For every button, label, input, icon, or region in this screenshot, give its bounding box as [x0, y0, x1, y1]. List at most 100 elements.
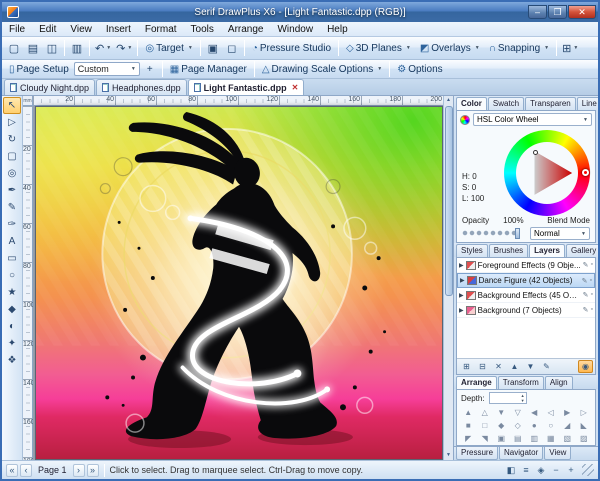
menu-edit[interactable]: Edit [32, 22, 63, 37]
layer-row[interactable]: ▶Foreground Effects (9 Obje...✎▫ [457, 258, 595, 273]
lock-layer-icon[interactable]: ▫ [590, 277, 592, 285]
color-marker[interactable] [533, 150, 538, 155]
tab-styles[interactable]: Styles [456, 244, 488, 257]
layer-row[interactable]: ▶Background (7 Objects)✎▫ [457, 303, 595, 318]
expand-icon[interactable]: ▶ [459, 262, 464, 269]
tab-gallery[interactable]: Gallery [566, 244, 598, 257]
rotate-tool[interactable]: ↻ [3, 131, 21, 148]
expand-icon[interactable]: ▶ [459, 292, 464, 299]
scroll-down-icon[interactable]: ▼ [446, 451, 451, 460]
arrange-action-icon[interactable]: ▷ [576, 406, 593, 419]
tab-swatch[interactable]: Swatch [488, 97, 524, 110]
blend-tool[interactable]: ❖ [3, 352, 21, 369]
quickshape-tool[interactable]: ★ [3, 284, 21, 301]
edit-layer-icon[interactable]: ✎ [582, 277, 588, 285]
drawing-page[interactable] [35, 106, 443, 460]
move-layer-down-button[interactable]: ▼ [523, 360, 538, 373]
menu-view[interactable]: View [63, 22, 99, 37]
edit-layer-icon[interactable]: ✎ [583, 261, 589, 269]
arrange-action-icon[interactable]: ◤ [460, 432, 477, 445]
pressure-studio-button[interactable]: ◔ Pressure Studio [248, 39, 335, 57]
zoom-out-icon[interactable]: − [549, 464, 563, 477]
arrange-action-icon[interactable]: ◥ [477, 432, 494, 445]
pen-tool[interactable]: ✒ [3, 182, 21, 199]
planes-dropdown[interactable]: ◇ 3D Planes▼ [342, 39, 415, 57]
opacity-slider-thumb[interactable] [515, 228, 520, 239]
restore-button[interactable]: ❐ [548, 5, 567, 19]
pointer-tool[interactable]: ↖ [3, 97, 21, 114]
save-icon[interactable]: ◫ [43, 39, 61, 57]
arrange-action-icon[interactable]: ▣ [493, 432, 510, 445]
arrange-action-icon[interactable]: ● [526, 419, 543, 432]
arrange-action-icon[interactable]: △ [477, 406, 494, 419]
hue-marker[interactable] [582, 169, 589, 176]
new-document-icon[interactable]: ▢ [5, 39, 23, 57]
tab-layers[interactable]: Layers [529, 244, 565, 257]
tab-color[interactable]: Color [456, 97, 487, 110]
layer-row[interactable]: ▶Background Effects (45 Obj...✎▫ [457, 288, 595, 303]
previous-page-button[interactable]: ‹ [20, 464, 32, 477]
arrange-action-icon[interactable]: ◁ [543, 406, 560, 419]
tab-pressure[interactable]: Pressure [456, 447, 498, 460]
arrange-action-icon[interactable]: ▨ [576, 432, 593, 445]
tab-view[interactable]: View [544, 447, 571, 460]
arrange-action-icon[interactable]: ◀ [526, 406, 543, 419]
target-dropdown[interactable]: ◎ Target▼ [141, 39, 196, 57]
undo-icon[interactable]: ↶▼ [93, 39, 113, 57]
crop-tool[interactable]: ▢ [3, 148, 21, 165]
add-layer-button[interactable]: ⊞ [459, 360, 474, 373]
saturation-triangle[interactable] [516, 142, 578, 204]
arrange-action-icon[interactable]: ◢ [559, 419, 576, 432]
tab-arrange[interactable]: Arrange [456, 376, 497, 389]
vertical-scrollbar[interactable]: ▲ ▼ [443, 96, 453, 460]
menu-tools[interactable]: Tools [184, 22, 221, 37]
text-tool[interactable]: A [3, 233, 21, 250]
tab-navigator[interactable]: Navigator [499, 447, 543, 460]
zoom-tool[interactable]: ◎ [3, 165, 21, 182]
menu-arrange[interactable]: Arrange [221, 22, 271, 37]
close-tab-icon[interactable]: ✕ [292, 83, 299, 92]
delete-layer-button[interactable]: ✕ [491, 360, 506, 373]
opacity-slider[interactable] [462, 229, 520, 238]
arrange-action-icon[interactable]: ◆ [493, 419, 510, 432]
arrange-action-icon[interactable]: ▥ [526, 432, 543, 445]
arrange-action-icon[interactable]: ▼ [493, 406, 510, 419]
page-preset-select[interactable]: Custom▼ [74, 62, 140, 76]
fill-tool[interactable]: ◆ [3, 301, 21, 318]
grid-icon[interactable]: ⊞▼ [560, 39, 580, 57]
arrange-action-icon[interactable]: ▲ [460, 406, 477, 419]
lock-layer-icon[interactable]: ▫ [591, 306, 593, 314]
arrange-action-icon[interactable]: ◣ [576, 419, 593, 432]
document-tab[interactable]: Light Fantastic.dpp✕ [188, 79, 305, 95]
arrange-action-icon[interactable]: ▦ [543, 432, 560, 445]
insert-frame-icon[interactable]: ◻ [223, 39, 241, 57]
paintbrush-tool[interactable]: ✑ [3, 216, 21, 233]
menu-help[interactable]: Help [320, 22, 355, 37]
line-width-icon[interactable]: ≡ [519, 464, 533, 477]
document-tab[interactable]: Headphones.dpp [96, 79, 187, 95]
first-page-button[interactable]: « [6, 464, 18, 477]
scroll-up-icon[interactable]: ▲ [446, 96, 451, 105]
zoom-in-icon[interactable]: + [564, 464, 578, 477]
lock-layer-icon[interactable]: ▫ [591, 291, 593, 299]
edit-layer-icon[interactable]: ✎ [583, 291, 589, 299]
lock-layer-icon[interactable]: ▫ [591, 261, 593, 269]
page-manager-button[interactable]: ▦ Page Manager [166, 62, 251, 77]
tab-brushes[interactable]: Brushes [489, 244, 528, 257]
edit-all-layers-button[interactable]: ◉ [578, 360, 593, 373]
layer-row[interactable]: ▶Dance Figure (42 Objects)✎▫ [457, 273, 595, 288]
snapping-dropdown[interactable]: ∩ Snapping▼ [485, 39, 553, 57]
color-mode-select[interactable]: HSL Color Wheel▼ [473, 113, 592, 126]
arrange-action-icon[interactable]: ■ [460, 419, 477, 432]
arrange-action-icon[interactable]: ▽ [510, 406, 527, 419]
last-page-button[interactable]: » [87, 464, 99, 477]
arrange-action-icon[interactable]: □ [477, 419, 494, 432]
next-page-button[interactable]: › [73, 464, 85, 477]
arrange-action-icon[interactable]: ◇ [510, 419, 527, 432]
menu-insert[interactable]: Insert [99, 22, 138, 37]
close-button[interactable]: ✕ [568, 5, 596, 19]
print-icon[interactable]: ▥ [68, 39, 86, 57]
color-mode-icon[interactable]: ◧ [504, 464, 518, 477]
tab-transform[interactable]: Transform [498, 376, 544, 389]
scrollbar-thumb[interactable] [445, 106, 453, 296]
